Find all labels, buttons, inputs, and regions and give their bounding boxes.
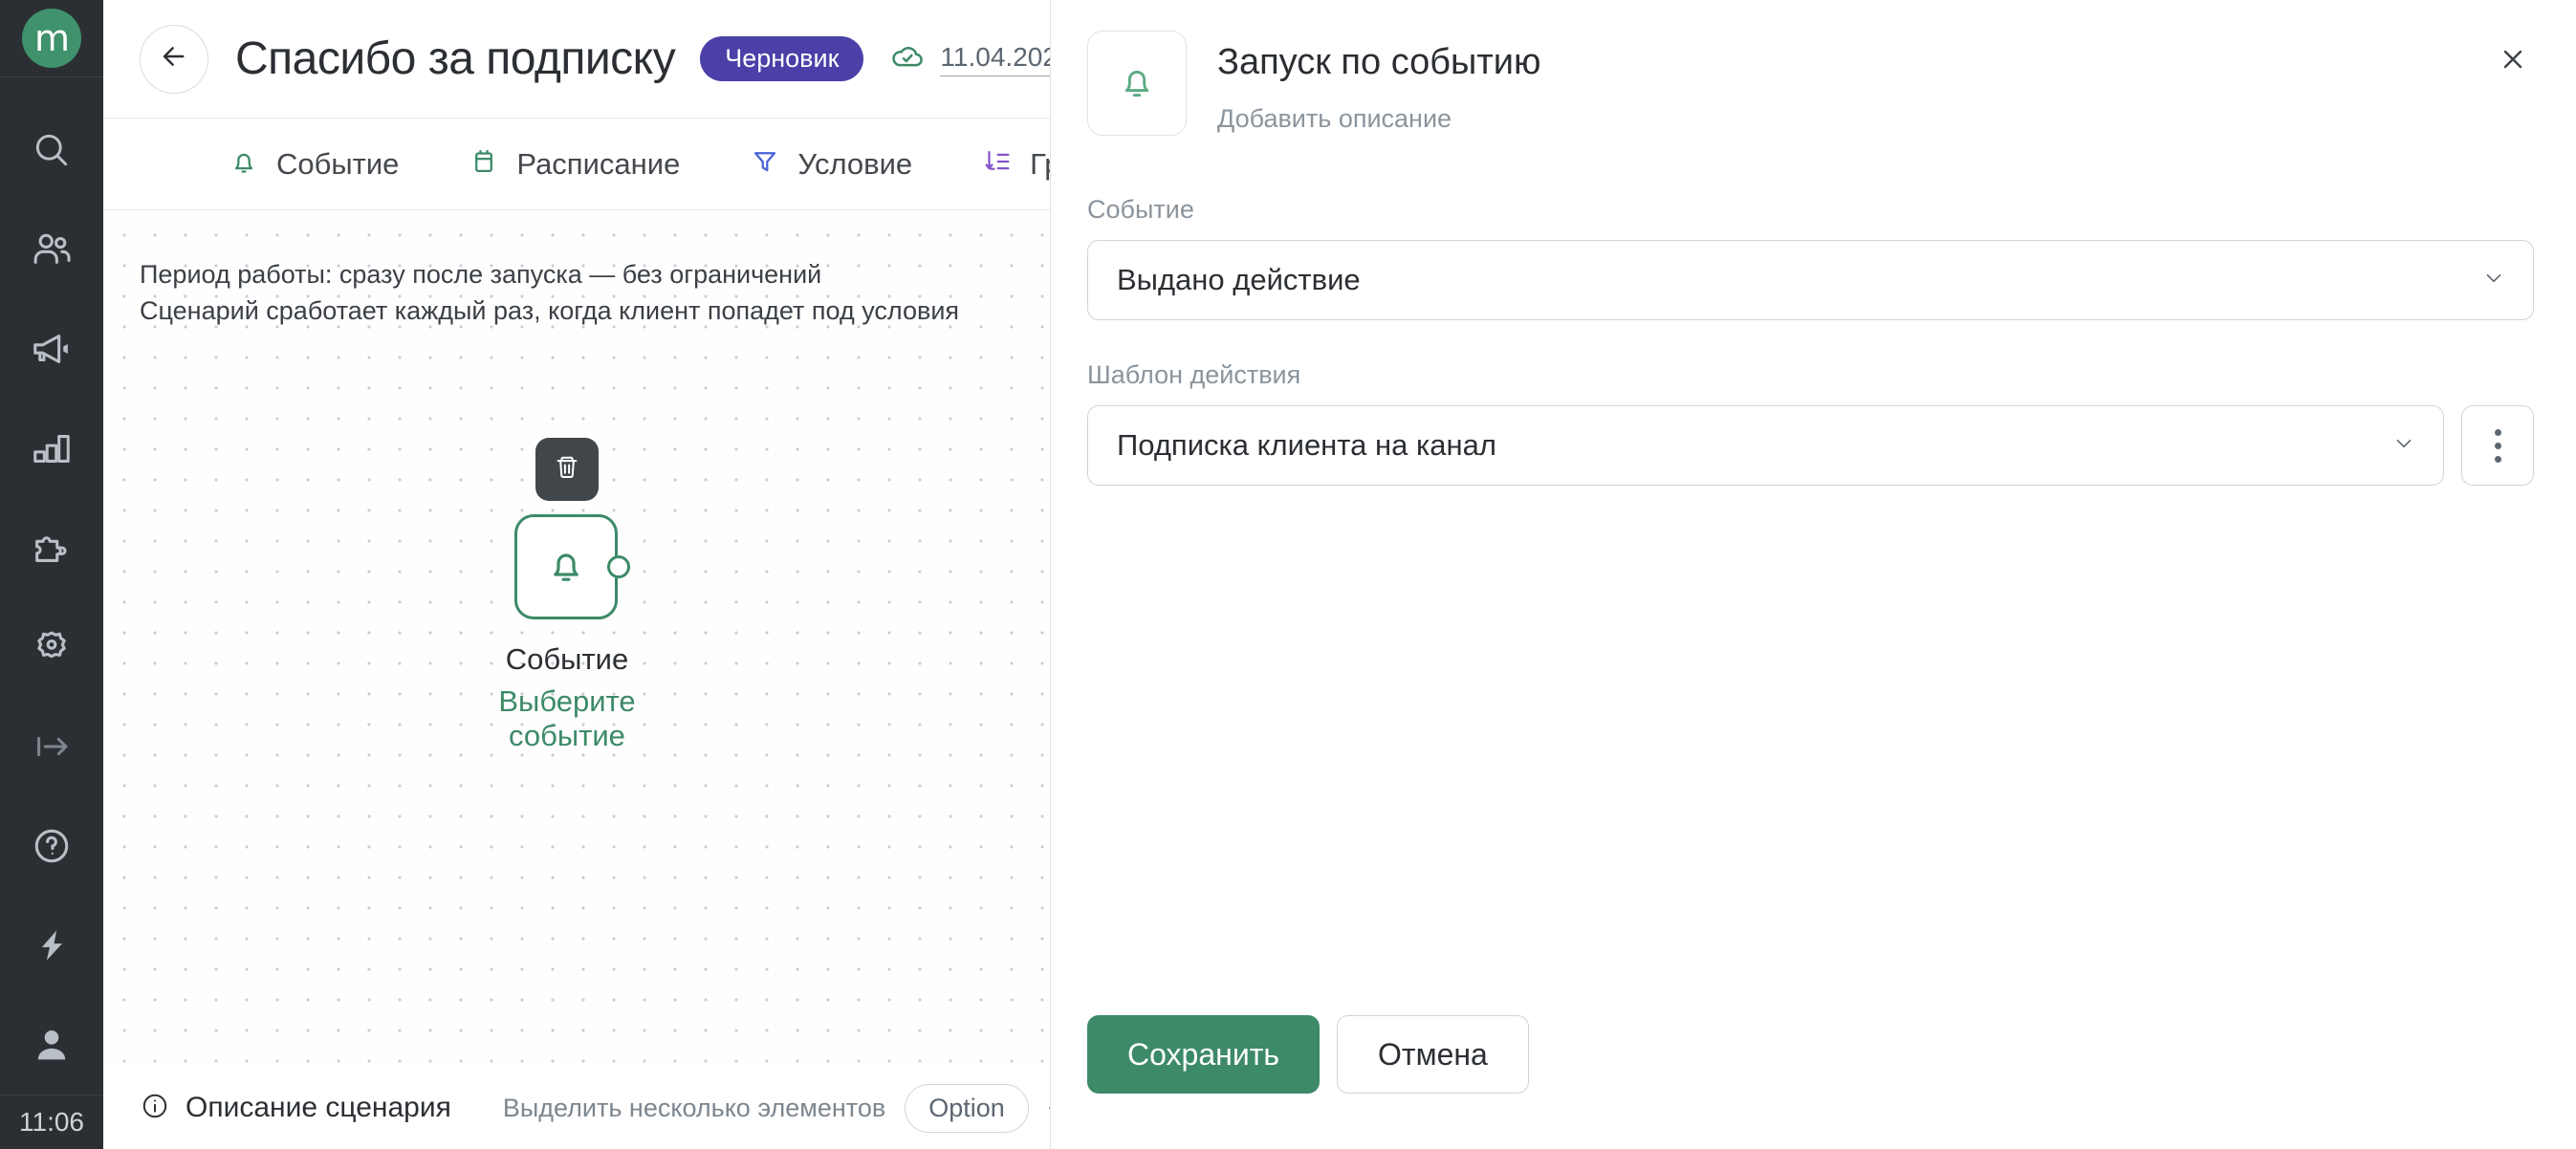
tab-event[interactable]: Событие [228,145,399,183]
search-icon [31,129,73,171]
action-template-field-label: Шаблон действия [1087,360,1301,389]
saved-indicator: 11.04.2024 11:0 [888,37,1050,80]
action-template-menu-button[interactable] [2461,405,2534,486]
bell-icon [228,145,260,183]
action-template-select[interactable]: Подписка клиента на канал [1087,405,2444,486]
sidebar-item-clients[interactable] [0,200,103,299]
sidebar-item-account[interactable] [0,995,103,1095]
panel-header: Запуск по событию Добавить описание [1051,0,2576,136]
action-template-select-value: Подписка клиента на канал [1117,428,1496,462]
canvas-note-line-2: Сценарий сработает каждый раз, когда кли… [140,296,960,326]
gear-icon [30,625,74,669]
panel-node-icon [1087,31,1187,136]
option-key-badge: Option [905,1083,1029,1133]
event-select[interactable]: Выдано действие [1087,240,2534,320]
bar-chart-icon [30,426,74,470]
kebab-menu-icon [2494,442,2501,449]
sidebar-item-campaigns[interactable] [0,299,103,399]
lightning-icon [31,924,73,966]
canvas-note: Период работы: сразу после запуска — без… [140,256,959,330]
action-template-field-row: Подписка клиента на канал [1087,405,2534,486]
clock-label: 11:06 [0,1095,103,1149]
app-root: m 11:06 Спасибо за подписку Черновик 11.… [0,0,2576,1149]
sidebar-item-search[interactable] [0,100,103,200]
save-button[interactable]: Сохранить [1087,1015,1321,1094]
event-field-block: Событие Выдано действие [1087,195,2534,320]
sidebar-item-help[interactable] [0,796,103,896]
info-circle-icon [140,1091,170,1126]
scenario-canvas[interactable]: Период работы: сразу после запуска — без… [103,210,1050,1149]
panel-header-text: Запуск по событию Добавить описание [1217,31,1540,134]
logo-letter: m [22,9,81,69]
sidebar-icon-list [0,77,103,1095]
top-bar: Спасибо за подписку Черновик 11.04.2024 … [103,0,1050,119]
scenario-node[interactable]: Событие Выберите событие [498,438,677,753]
status-badge[interactable]: Черновик [700,36,864,81]
event-field-row: Выдано действие [1087,240,2534,320]
node-title: Событие [505,642,629,676]
sidebar-item-exit[interactable] [0,697,103,796]
node-palette-tabs: Событие Расписание Условие Г [103,119,1050,210]
chevron-down-icon [2391,431,2416,461]
event-node-box[interactable] [514,514,630,619]
question-circle-icon [30,824,74,868]
canvas-status-bar: Описание сценария Выделить несколько эле… [103,1067,1050,1149]
tab-group[interactable]: Группа [981,145,1050,183]
tab-label: Условие [797,146,913,181]
users-icon [30,228,74,271]
back-button[interactable] [140,24,208,94]
panel-description-placeholder[interactable]: Добавить описание [1217,104,1540,134]
tab-schedule[interactable]: Расписание [468,145,680,183]
sidebar-item-integrations[interactable] [0,498,103,597]
event-field-label: Событие [1087,195,1194,224]
event-select-value: Выдано действие [1117,263,1361,296]
scenario-description-label: Описание сценария [186,1092,451,1123]
kebab-menu-icon [2494,428,2501,436]
sidebar: m 11:06 [0,0,103,1149]
calendar-icon [468,145,500,183]
sidebar-item-automation[interactable] [0,896,103,995]
tab-label: Событие [276,146,400,181]
cancel-button[interactable]: Отмена [1337,1015,1529,1094]
panel-title: Запуск по событию [1217,42,1541,82]
sidebar-item-analytics[interactable] [0,399,103,498]
panel-footer: Сохранить Отмена [1051,1015,2576,1149]
tab-condition[interactable]: Условие [749,145,912,183]
page-title: Спасибо за подписку [235,33,676,84]
tab-label: Расписание [516,146,681,181]
bell-icon [543,542,589,593]
canvas-note-line-1: Период работы: сразу после запуска — без… [140,260,822,289]
workspace: Спасибо за подписку Черновик 11.04.2024 … [103,0,1050,1149]
close-icon [2498,44,2528,79]
saved-date[interactable]: 11.04.2024 11:0 [940,42,1050,76]
tab-label: Группа [1030,146,1050,181]
node-subtitle[interactable]: Выберите событие [457,684,677,753]
group-icon [981,145,1014,183]
sidebar-item-settings[interactable] [0,597,103,697]
arrow-left-icon [159,41,189,76]
arrow-right-icon [30,725,74,769]
puzzle-icon [30,526,74,570]
node-output-port[interactable] [607,555,630,578]
multiselect-hint: Выделить несколько элементов [502,1093,886,1122]
trash-icon [553,453,581,487]
panel-body: Событие Выдано действие Шаблон действия [1051,136,2576,1015]
delete-node-button[interactable] [535,438,599,501]
event-settings-panel: Запуск по событию Добавить описание Собы… [1050,0,2576,1149]
close-panel-button[interactable] [2492,40,2534,82]
app-logo[interactable]: m [0,0,103,78]
megaphone-icon [30,327,74,371]
cloud-check-icon [888,37,927,80]
kebab-menu-icon [2494,455,2501,463]
action-template-field-block: Шаблон действия Подписка клиента на кана… [1087,360,2534,486]
scenario-description-button[interactable]: Описание сценария [140,1091,451,1126]
chevron-down-icon [2481,266,2506,295]
bell-icon [1115,59,1159,108]
person-icon [30,1023,74,1067]
filter-icon [749,145,781,183]
